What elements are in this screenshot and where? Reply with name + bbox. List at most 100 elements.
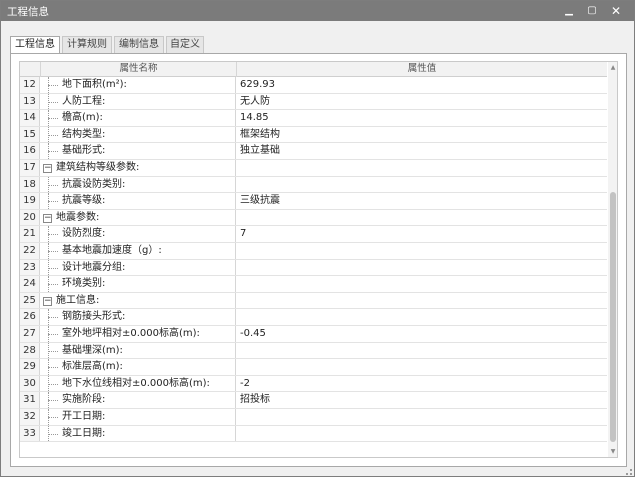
property-value-cell[interactable]: -2: [237, 376, 607, 392]
property-name-cell[interactable]: 实施阶段:: [41, 392, 236, 408]
property-name-cell[interactable]: 基础埋深(m):: [41, 342, 236, 359]
property-name-cell[interactable]: 抗震设防类别:: [41, 176, 236, 193]
resize-grip-icon[interactable]: [626, 469, 632, 475]
row-number: 26: [20, 309, 40, 325]
property-name: 基础形式:: [62, 145, 106, 157]
property-name: 抗震设防类别:: [62, 178, 126, 190]
property-name-cell[interactable]: 地下水位线相对±0.000标高(m):: [41, 375, 236, 392]
property-name-cell[interactable]: 钢筋接头形式:: [41, 309, 236, 325]
collapse-icon[interactable]: −: [43, 213, 52, 223]
property-name-cell[interactable]: 人防工程:: [41, 93, 236, 110]
property-value-cell[interactable]: [237, 309, 607, 325]
property-name-cell[interactable]: − 地震参数:: [41, 209, 236, 226]
property-name-cell[interactable]: 室外地坪相对±0.000标高(m):: [41, 326, 236, 342]
tree-branch-icon: [48, 284, 58, 286]
property-value-cell[interactable]: 独立基础: [237, 143, 607, 159]
property-value-cell[interactable]: 7: [237, 226, 607, 242]
scroll-thumb[interactable]: [610, 192, 616, 442]
property-value-cell[interactable]: [237, 160, 607, 176]
property-name-cell[interactable]: 设计地震分组:: [41, 259, 236, 276]
maximize-icon[interactable]: ▢: [584, 3, 600, 19]
property-name-cell[interactable]: − 建筑结构等级参数:: [41, 160, 236, 176]
close-icon[interactable]: ✕: [608, 3, 624, 19]
table-row[interactable]: 30 地下水位线相对±0.000标高(m): -2: [20, 375, 607, 393]
table-row[interactable]: 23 设计地震分组:: [20, 259, 607, 277]
table-row[interactable]: 28 基础埋深(m):: [20, 342, 607, 360]
tab-custom[interactable]: 自定义: [166, 36, 204, 53]
scroll-down-icon[interactable]: ▼: [608, 446, 617, 457]
property-name: 室外地坪相对±0.000标高(m):: [62, 328, 200, 339]
table-row[interactable]: 19 抗震等级: 三级抗震: [20, 193, 607, 210]
property-value-cell[interactable]: 三级抗震: [237, 193, 607, 209]
property-name-cell[interactable]: 设防烈度:: [41, 226, 236, 242]
property-name: 设计地震分组:: [62, 261, 126, 273]
property-value-cell[interactable]: [237, 177, 607, 193]
table-row[interactable]: 29 标准层高(m):: [20, 359, 607, 376]
property-value-cell[interactable]: [237, 260, 607, 276]
property-value-cell[interactable]: [237, 293, 607, 309]
table-row[interactable]: 20− 地震参数:: [20, 209, 607, 227]
property-value-cell[interactable]: 招投标: [237, 392, 607, 408]
table-row[interactable]: 33 竣工日期:: [20, 425, 607, 443]
property-value-cell[interactable]: [237, 359, 607, 375]
property-name-cell[interactable]: 抗震等级:: [41, 193, 236, 209]
property-name: 标准层高(m):: [62, 361, 123, 373]
table-row[interactable]: 12 地下面积(m²): 629.93: [20, 77, 607, 94]
tree-branch-icon: [48, 251, 58, 252]
tab-compile-info[interactable]: 编制信息: [114, 36, 164, 53]
table-row[interactable]: 24 环境类别:: [20, 276, 607, 293]
table-row[interactable]: 21 设防烈度: 7: [20, 226, 607, 243]
property-value-cell[interactable]: 14.85: [237, 110, 607, 126]
property-name-cell[interactable]: 结构类型:: [41, 126, 236, 143]
property-name-cell[interactable]: − 施工信息:: [41, 292, 236, 309]
collapse-icon[interactable]: −: [43, 164, 52, 173]
table-row[interactable]: 15 结构类型: 框架结构: [20, 126, 607, 144]
property-value-cell[interactable]: [237, 243, 607, 259]
property-name-cell[interactable]: 基本地震加速度（g）:: [41, 243, 236, 259]
table-row[interactable]: 32 开工日期:: [20, 409, 607, 426]
vertical-scrollbar[interactable]: ▲ ▼: [608, 62, 617, 457]
table-row[interactable]: 13 人防工程: 无人防: [20, 93, 607, 111]
tab-calc-rules[interactable]: 计算规则: [62, 36, 112, 53]
property-name-cell[interactable]: 标准层高(m):: [41, 359, 236, 375]
property-name-cell[interactable]: 环境类别:: [41, 276, 236, 292]
row-number: 28: [20, 342, 40, 359]
table-row[interactable]: 31 实施阶段: 招投标: [20, 392, 607, 409]
title-bar[interactable]: 工程信息 ▁ ▢ ✕: [1, 1, 634, 21]
header-name[interactable]: 属性名称: [41, 62, 237, 77]
row-number: 24: [20, 276, 40, 292]
property-value-cell[interactable]: 无人防: [237, 94, 607, 110]
tab-project-info[interactable]: 工程信息: [10, 36, 60, 54]
scroll-up-icon[interactable]: ▲: [608, 62, 617, 73]
property-value-cell[interactable]: [237, 210, 607, 226]
table-row[interactable]: 17− 建筑结构等级参数:: [20, 160, 607, 177]
property-name: 地下面积(m²):: [62, 79, 127, 90]
table-row[interactable]: 14 檐高(m): 14.85: [20, 110, 607, 127]
property-value-cell[interactable]: -0.45: [237, 326, 607, 342]
minimize-icon[interactable]: ▁: [561, 3, 577, 19]
property-value-cell[interactable]: 框架结构: [237, 127, 607, 143]
table-row[interactable]: 18 抗震设防类别:: [20, 176, 607, 194]
property-value-cell[interactable]: [237, 343, 607, 359]
collapse-icon[interactable]: −: [43, 296, 52, 306]
property-value-cell[interactable]: 629.93: [237, 77, 607, 93]
property-value-cell[interactable]: [237, 426, 607, 442]
table-row[interactable]: 27 室外地坪相对±0.000标高(m): -0.45: [20, 326, 607, 343]
table-row[interactable]: 26 钢筋接头形式:: [20, 309, 607, 326]
property-name: 檐高(m):: [62, 112, 103, 124]
table-row[interactable]: 16 基础形式: 独立基础: [20, 143, 607, 160]
property-name-cell[interactable]: 檐高(m):: [41, 110, 236, 126]
header-value[interactable]: 属性值: [237, 62, 607, 77]
tree-branch-icon: [48, 201, 58, 203]
tree-branch-icon: [48, 118, 58, 120]
property-value-cell[interactable]: [237, 276, 607, 292]
property-value-cell[interactable]: [237, 409, 607, 425]
property-name-cell[interactable]: 地下面积(m²):: [41, 77, 236, 93]
tree-branch-icon: [48, 234, 58, 236]
row-number: 22: [20, 243, 40, 259]
property-name-cell[interactable]: 开工日期:: [41, 409, 236, 425]
table-row[interactable]: 22 基本地震加速度（g）:: [20, 243, 607, 260]
property-name-cell[interactable]: 竣工日期:: [41, 425, 236, 442]
table-row[interactable]: 25− 施工信息:: [20, 292, 607, 310]
property-name-cell[interactable]: 基础形式:: [41, 143, 236, 159]
